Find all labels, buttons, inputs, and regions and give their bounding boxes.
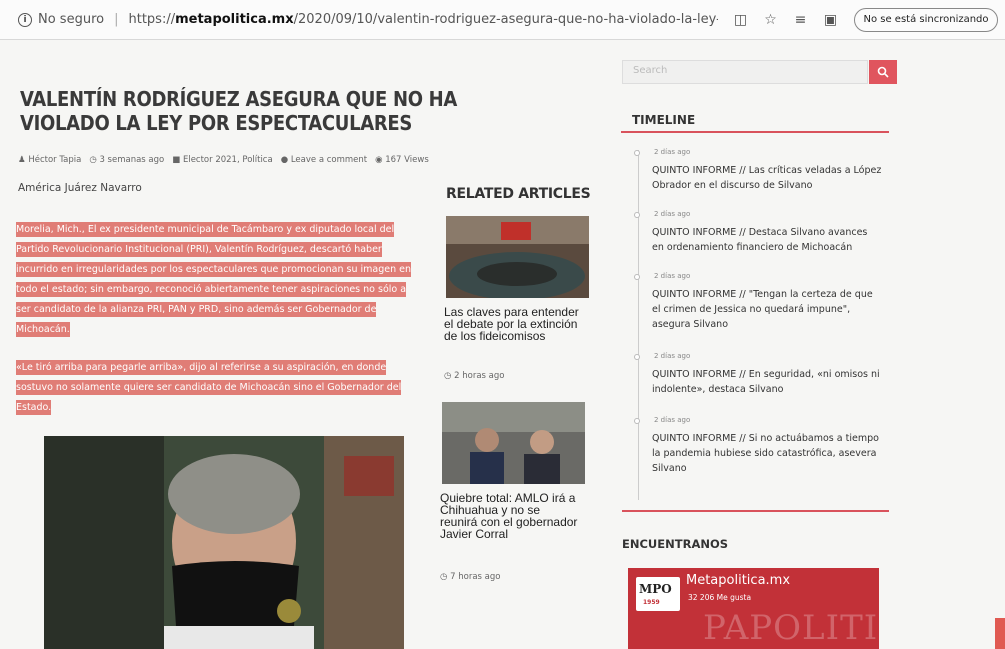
search-button[interactable]: [869, 60, 897, 84]
info-icon[interactable]: i: [18, 12, 32, 27]
meta-time: ◷ 3 semanas ago: [89, 155, 165, 165]
paragraph-1: Morelia, Mich., El ex presidente municip…: [16, 222, 412, 337]
paragraph-2: «Le tiró arriba para pegarle arriba», di…: [16, 360, 402, 415]
related-image-2[interactable]: [442, 402, 585, 484]
timeline-heading: TIMELINE: [632, 113, 696, 127]
search-input[interactable]: Search: [622, 60, 868, 84]
article-hero-image[interactable]: [44, 436, 404, 649]
facebook-likes: 32 206 Me gusta: [688, 593, 752, 602]
timeline-line: [638, 150, 639, 500]
related-image-1[interactable]: [446, 216, 589, 298]
timeline-link[interactable]: QUINTO INFORME // En seguridad, «ni omis…: [652, 367, 882, 397]
edge-button[interactable]: [995, 618, 1005, 649]
timeline-ago: 2 días ago: [654, 352, 691, 360]
url-prefix: https://: [128, 12, 176, 27]
related-articles-heading: RELATED ARTICLES: [446, 186, 591, 202]
related-time-1: ◷ 2 horas ago: [444, 371, 505, 381]
timeline-link[interactable]: QUINTO INFORME // "Tengan la certeza de …: [652, 287, 882, 332]
facebook-cover-text: PAPOLITICA: [703, 608, 879, 648]
url-domain: metapolitica.mx: [175, 12, 294, 27]
timeline-dot-icon: [634, 354, 640, 360]
favorites-list-icon[interactable]: ≡: [792, 12, 808, 28]
web-page: VALENTÍN RODRÍGUEZ ASEGURA QUE NO HA VIO…: [0, 40, 1005, 649]
timeline-link[interactable]: QUINTO INFORME // Las críticas veladas a…: [652, 163, 882, 193]
timeline-dot-icon: [634, 274, 640, 280]
meta-categories[interactable]: ■ Elector 2021, Política: [172, 155, 272, 165]
sync-button[interactable]: No se está sincronizando: [854, 7, 998, 32]
meta-author[interactable]: ♟ Héctor Tapia: [18, 155, 81, 165]
timeline-divider: [621, 131, 889, 133]
timeline-ago: 2 días ago: [654, 416, 691, 424]
search-icon: [877, 66, 889, 78]
favorite-star-icon[interactable]: ☆: [762, 12, 778, 28]
reader-view-icon[interactable]: ◫: [732, 12, 748, 28]
collections-icon[interactable]: ▣: [822, 12, 838, 28]
timeline-dot-icon: [634, 418, 640, 424]
meta-comment[interactable]: ● Leave a comment: [281, 155, 367, 165]
encuentranos-heading: ENCUENTRANOS: [622, 537, 729, 551]
insecure-label[interactable]: No seguro: [38, 12, 104, 27]
article-byline: América Juárez Navarro: [18, 182, 142, 194]
separator: |: [114, 12, 119, 27]
article-body: Morelia, Mich., El ex presidente municip…: [16, 220, 416, 436]
timeline-dot-icon: [634, 150, 640, 156]
timeline-link[interactable]: QUINTO INFORME // Si no actuábamos a tie…: [652, 431, 882, 476]
browser-address-bar: i No seguro | https://metapolitica.mx/20…: [0, 0, 1005, 40]
facebook-page-name[interactable]: Metapolitica.mx: [686, 573, 790, 588]
timeline-ago: 2 días ago: [654, 210, 691, 218]
facebook-page-widget[interactable]: MPO 1959 Metapolitica.mx 32 206 Me gusta…: [628, 568, 879, 649]
site-logo[interactable]: MPO 1959: [636, 577, 680, 611]
sync-label: No se está sincronizando: [863, 14, 989, 25]
url-field[interactable]: https://metapolitica.mx/2020/09/10/valen…: [128, 12, 718, 27]
related-time-2: ◷ 7 horas ago: [440, 572, 501, 582]
timeline-link[interactable]: QUINTO INFORME // Destaca Silvano avance…: [652, 225, 882, 255]
related-title-1[interactable]: Las claves para entender el debate por l…: [444, 306, 584, 342]
url-path: /2020/09/10/valentin-rodriguez-asegura-q…: [293, 12, 719, 27]
related-title-2[interactable]: Quiebre total: AMLO irá a Chihuahua y no…: [440, 492, 580, 540]
sidebar-divider: [622, 510, 889, 512]
timeline-dot-icon: [634, 212, 640, 218]
meta-views: ◉ 167 Views: [375, 155, 429, 165]
timeline-ago: 2 días ago: [654, 272, 691, 280]
timeline-ago: 2 días ago: [654, 148, 691, 156]
article-headline[interactable]: VALENTÍN RODRÍGUEZ ASEGURA QUE NO HA VIO…: [20, 87, 500, 135]
article-meta: ♟ Héctor Tapia ◷ 3 semanas ago ■ Elector…: [18, 155, 429, 165]
